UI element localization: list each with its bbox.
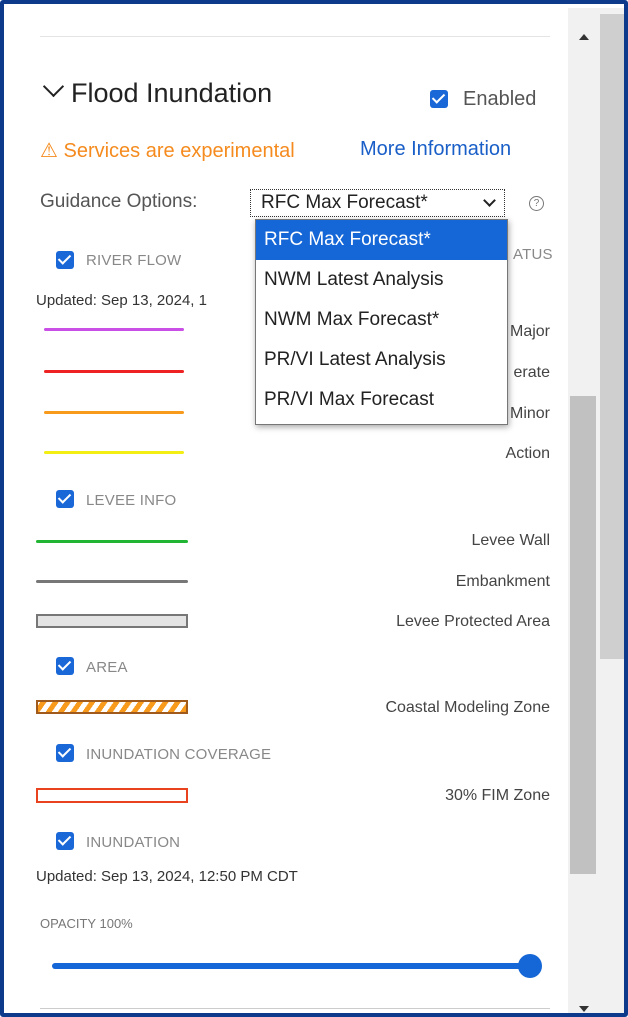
legend-levee-protected-area: Levee Protected Area: [396, 613, 550, 630]
more-information-link[interactable]: More Information: [360, 138, 511, 161]
option-nwm-max-forecast[interactable]: NWM Max Forecast*: [256, 300, 507, 340]
enabled-label: Enabled: [463, 88, 537, 110]
scrollbar-thumb[interactable]: [570, 396, 596, 874]
guidance-options-dropdown: RFC Max Forecast* NWM Latest Analysis NW…: [255, 219, 508, 425]
legend-30-fim-zone: 30% FIM Zone: [445, 787, 550, 804]
layer-panel: Flood Inundation Enabled ⚠ Services are …: [8, 8, 568, 1013]
opacity-slider-track[interactable]: [52, 963, 532, 969]
chevron-down-icon[interactable]: [42, 75, 65, 98]
scroll-up-arrow-icon[interactable]: [579, 34, 589, 40]
inundation-coverage-checkbox[interactable]: [56, 744, 74, 762]
outer-scrollbar-thumb[interactable]: [600, 14, 624, 659]
area-label: AREA: [86, 659, 128, 676]
guidance-options-label: Guidance Options:: [40, 191, 198, 212]
option-nwm-latest-analysis[interactable]: NWM Latest Analysis: [256, 260, 507, 300]
moderate-line: [44, 370, 184, 373]
inundation-checkbox[interactable]: [56, 832, 74, 850]
guidance-options-select[interactable]: RFC Max Forecast*: [250, 189, 505, 217]
legend-coastal-modeling-zone: Coastal Modeling Zone: [385, 699, 550, 716]
option-prvi-max-forecast[interactable]: PR/VI Max Forecast: [256, 380, 507, 420]
area-checkbox[interactable]: [56, 657, 74, 675]
levee-wall-line: [36, 540, 188, 543]
section-header[interactable]: Flood Inundation: [40, 75, 273, 109]
status-header-fragment: ATUS: [513, 246, 553, 263]
window-frame: Flood Inundation Enabled ⚠ Services are …: [0, 0, 628, 1017]
legend-major: Major: [509, 323, 550, 340]
levee-protected-swatch: [36, 614, 188, 628]
legend-minor: Minor: [509, 405, 550, 422]
legend-levee-wall: Levee Wall: [471, 532, 550, 549]
inundation-updated: Updated: Sep 13, 2024, 12:50 PM CDT: [36, 868, 298, 885]
action-line: [44, 451, 184, 454]
levee-info-checkbox[interactable]: [56, 490, 74, 508]
chevron-down-icon: [483, 194, 496, 207]
scroll-down-arrow-icon[interactable]: [579, 1006, 589, 1012]
river-flow-updated: Updated: Sep 13, 2024, 1: [36, 292, 207, 309]
inundation-coverage-label: INUNDATION COVERAGE: [86, 746, 272, 763]
major-line: [44, 328, 184, 331]
divider: [40, 1008, 550, 1009]
divider: [40, 36, 550, 37]
experimental-warning: ⚠ Services are experimental: [40, 140, 295, 162]
help-icon[interactable]: ?: [529, 196, 544, 211]
fim-zone-swatch: [36, 788, 188, 803]
opacity-slider-thumb[interactable]: [518, 954, 542, 978]
option-prvi-latest-analysis[interactable]: PR/VI Latest Analysis: [256, 340, 507, 380]
minor-line: [44, 411, 184, 414]
inundation-label: INUNDATION: [86, 834, 181, 851]
levee-info-label: LEVEE INFO: [86, 492, 177, 509]
option-rfc-max-forecast[interactable]: RFC Max Forecast*: [256, 220, 507, 260]
section-title: Flood Inundation: [71, 78, 273, 108]
coastal-zone-swatch: [36, 700, 188, 714]
enabled-checkbox[interactable]: [430, 90, 448, 108]
river-flow-checkbox[interactable]: [56, 251, 74, 269]
guidance-selected-value: RFC Max Forecast*: [261, 192, 428, 213]
opacity-label: OPACITY 100%: [40, 916, 133, 931]
embankment-line: [36, 580, 188, 583]
legend-moderate: erate: [513, 364, 550, 381]
river-flow-label: RIVER FLOW: [86, 252, 182, 269]
legend-action: Action: [505, 445, 550, 462]
legend-embankment: Embankment: [455, 573, 550, 590]
